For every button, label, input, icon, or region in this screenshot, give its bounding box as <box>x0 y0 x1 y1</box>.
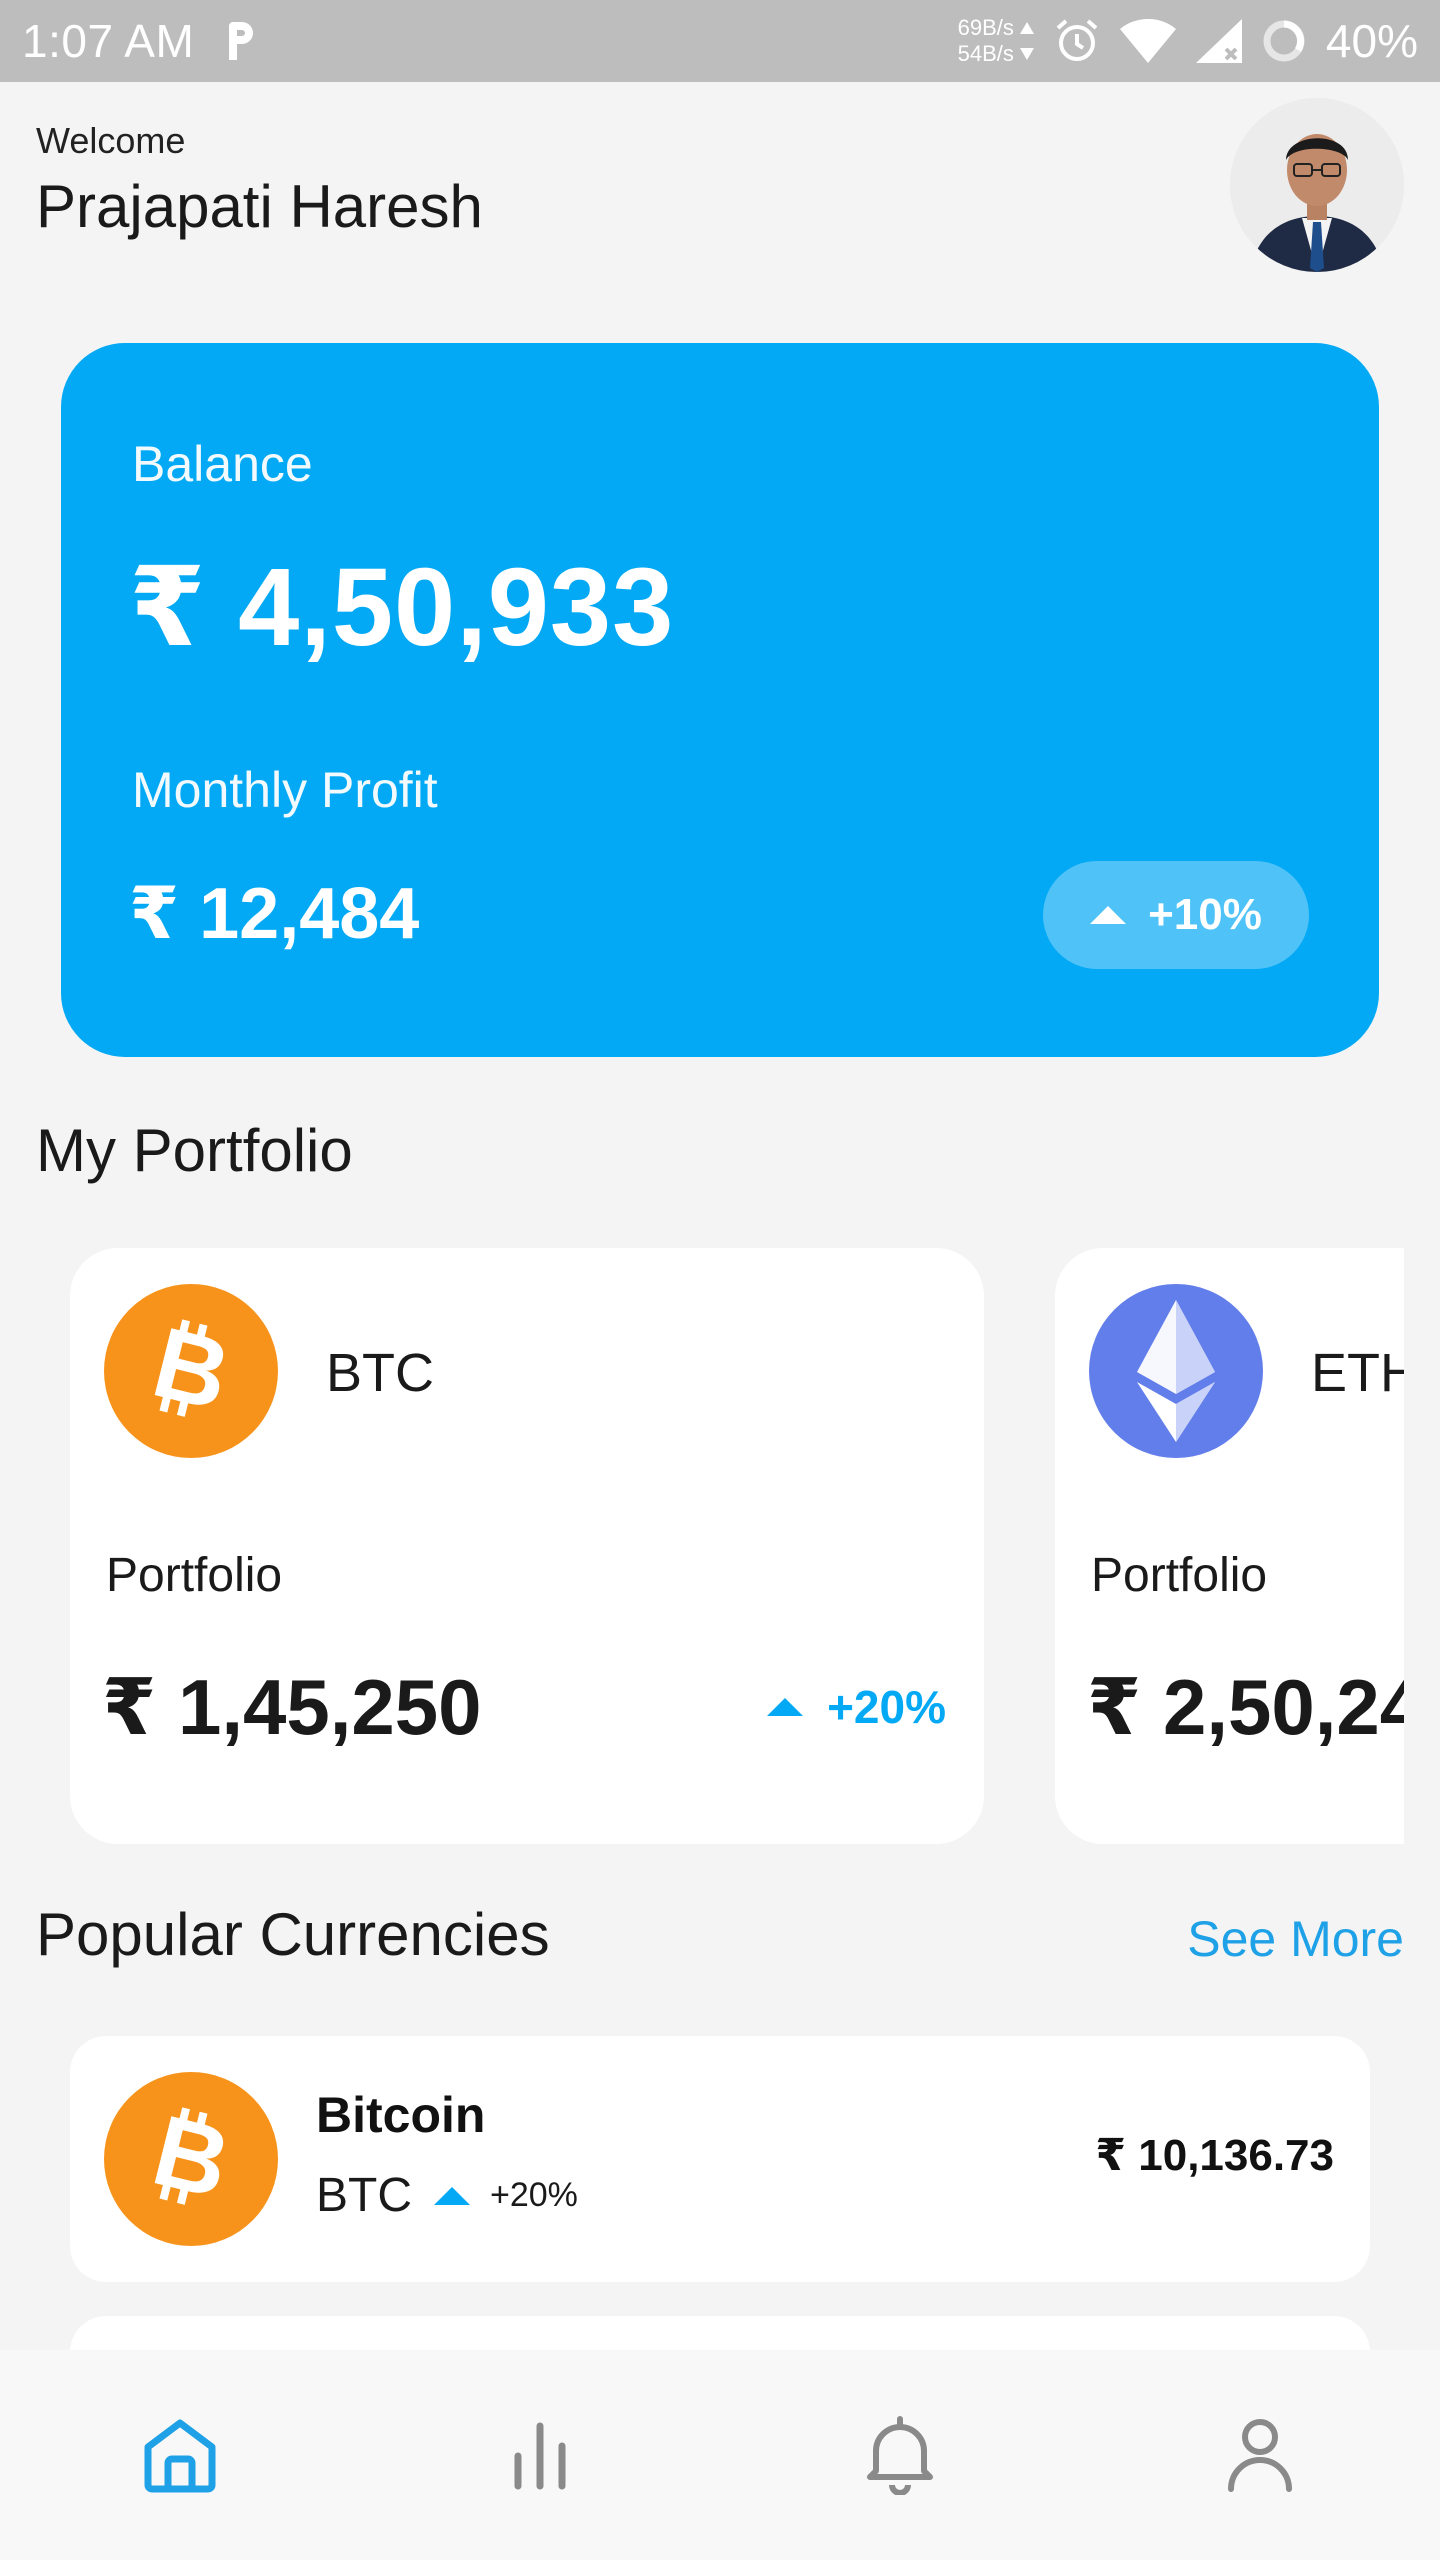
nav-notifications[interactable] <box>840 2395 960 2515</box>
speed-down-icon <box>1019 48 1034 60</box>
currency-name: Bitcoin <box>316 2087 486 2143</box>
balance-label: Balance <box>132 436 313 492</box>
trend-up-icon <box>767 1698 804 1716</box>
trend-up-icon <box>434 2186 470 2205</box>
monthly-profit-value: ₹ 12,484 <box>129 874 420 954</box>
nav-home[interactable] <box>120 2395 240 2515</box>
stats-icon <box>514 2422 566 2490</box>
signal-icon <box>1195 19 1242 63</box>
speed-up-icon <box>1019 22 1034 34</box>
portfolio-symbol: BTC <box>326 1343 434 1403</box>
portfolio-value: ₹ 1,45,250 <box>102 1663 482 1751</box>
portfolio-label: Portfolio <box>1091 1549 1268 1602</box>
balance-card[interactable]: Balance ₹ 4,50,933 Monthly Profit ₹ 12,4… <box>61 343 1379 1057</box>
upload-speed: 54B/s <box>957 41 1014 66</box>
portfolio-change-text: +20% <box>827 1681 946 1733</box>
avatar[interactable] <box>1230 98 1404 272</box>
see-more-link[interactable]: See More <box>1187 1910 1404 1968</box>
popular-title: Popular Currencies <box>36 1901 550 1968</box>
trend-up-icon <box>1090 906 1127 924</box>
currency-change: +20% <box>434 2176 578 2215</box>
status-bar: 1:07 AM 69B/s 54B/s 40% <box>0 0 1440 82</box>
user-icon <box>1228 2419 1292 2492</box>
bell-icon <box>867 2416 933 2495</box>
currency-change-text: +20% <box>490 2176 578 2214</box>
network-speed: 69B/s 54B/s <box>958 15 1034 67</box>
bitcoin-icon: B <box>104 1284 278 1458</box>
currency-price: ₹ 10,136.73 <box>1095 2131 1334 2180</box>
bitcoin-icon: B <box>104 2072 278 2246</box>
portfolio-card-eth[interactable]: ETH Portfolio ₹ 2,50,24 <box>1055 1248 1404 1844</box>
home-icon <box>144 2419 216 2493</box>
balance-value: ₹ 4,50,933 <box>129 546 675 669</box>
profit-change-badge: +10% <box>1043 861 1309 969</box>
svg-text:B: B <box>143 1311 240 1431</box>
portfolio-card-btc[interactable]: B BTC Portfolio ₹ 1,45,250 +20% <box>70 1248 984 1844</box>
nav-profile[interactable] <box>1200 2395 1320 2515</box>
battery-percent: 40% <box>1325 15 1418 67</box>
nav-stats[interactable] <box>480 2395 600 2515</box>
portfolio-value: ₹ 2,50,24 <box>1087 1663 1404 1751</box>
svg-text:B: B <box>143 2099 240 2219</box>
monthly-profit-label: Monthly Profit <box>132 762 438 818</box>
welcome-label: Welcome <box>36 120 186 161</box>
parking-notification-icon <box>222 18 262 64</box>
status-time: 1:07 AM <box>22 15 195 67</box>
wifi-icon <box>1119 19 1176 63</box>
user-name: Prajapati Haresh <box>36 173 483 240</box>
list-item[interactable]: B Bitcoin BTC +20% ₹ 10,136.73 <box>70 2036 1370 2282</box>
ethereum-icon <box>1089 1284 1263 1458</box>
download-speed: 69B/s <box>957 15 1014 40</box>
portfolio-title: My Portfolio <box>36 1117 353 1184</box>
alarm-icon <box>1056 19 1098 61</box>
portfolio-carousel[interactable]: B BTC Portfolio ₹ 1,45,250 +20% ETH Port… <box>0 1248 1404 1846</box>
battery-icon <box>1263 20 1305 62</box>
portfolio-symbol: ETH <box>1311 1343 1404 1403</box>
currency-symbol: BTC <box>316 2169 412 2222</box>
portfolio-change: +20% <box>767 1680 946 1734</box>
portfolio-label: Portfolio <box>106 1549 283 1602</box>
profit-change-text: +10% <box>1148 890 1262 939</box>
bottom-nav <box>0 2350 1440 2560</box>
